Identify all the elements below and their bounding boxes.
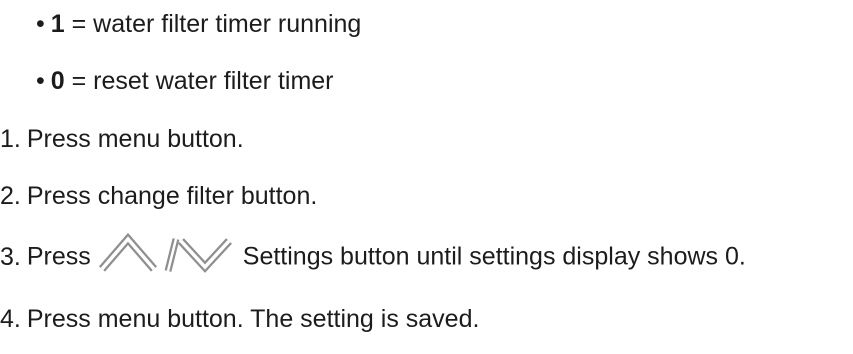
up-down-arrows [97, 231, 233, 275]
step-text: Press change filter button. [26, 182, 318, 210]
step-1: 1. Press menu button. [0, 124, 244, 154]
step-number: 1. [0, 125, 21, 153]
step-3: 3. Press Settings button until settings d… [0, 232, 746, 275]
chevron-down-icon [177, 238, 232, 273]
bullet-text: reset water filter timer [93, 67, 334, 95]
step-text-before: Press [26, 242, 91, 271]
instruction-document: • 1 = water filter timer running • 0 = res… [0, 0, 853, 354]
step-number: 2. [0, 182, 21, 210]
bullet-key: 1 [50, 10, 65, 38]
bullet-dot: • [36, 67, 45, 95]
bullet-separator: = [64, 67, 94, 95]
step-number: 3. [0, 242, 21, 271]
step-text-after: Settings button until settings display s… [242, 242, 746, 271]
slash-icon [164, 238, 180, 272]
step-4: 4. Press menu button. The setting is save… [0, 304, 479, 334]
bullet-key: 0 [50, 67, 65, 95]
bullet-item-running: • 1 = water filter timer running [36, 9, 361, 39]
bullet-separator: = [64, 10, 94, 38]
bullet-dot: • [36, 10, 45, 38]
bullet-text: water filter timer running [93, 10, 362, 38]
step-text: Press menu button. [26, 125, 244, 153]
step-text: Press menu button. The setting is saved. [26, 305, 480, 333]
step-2: 2. Press change filter button. [0, 181, 317, 211]
chevron-up-icon [98, 232, 157, 272]
step-number: 4. [0, 305, 21, 333]
bullet-item-reset: • 0 = reset water filter timer [36, 66, 334, 96]
